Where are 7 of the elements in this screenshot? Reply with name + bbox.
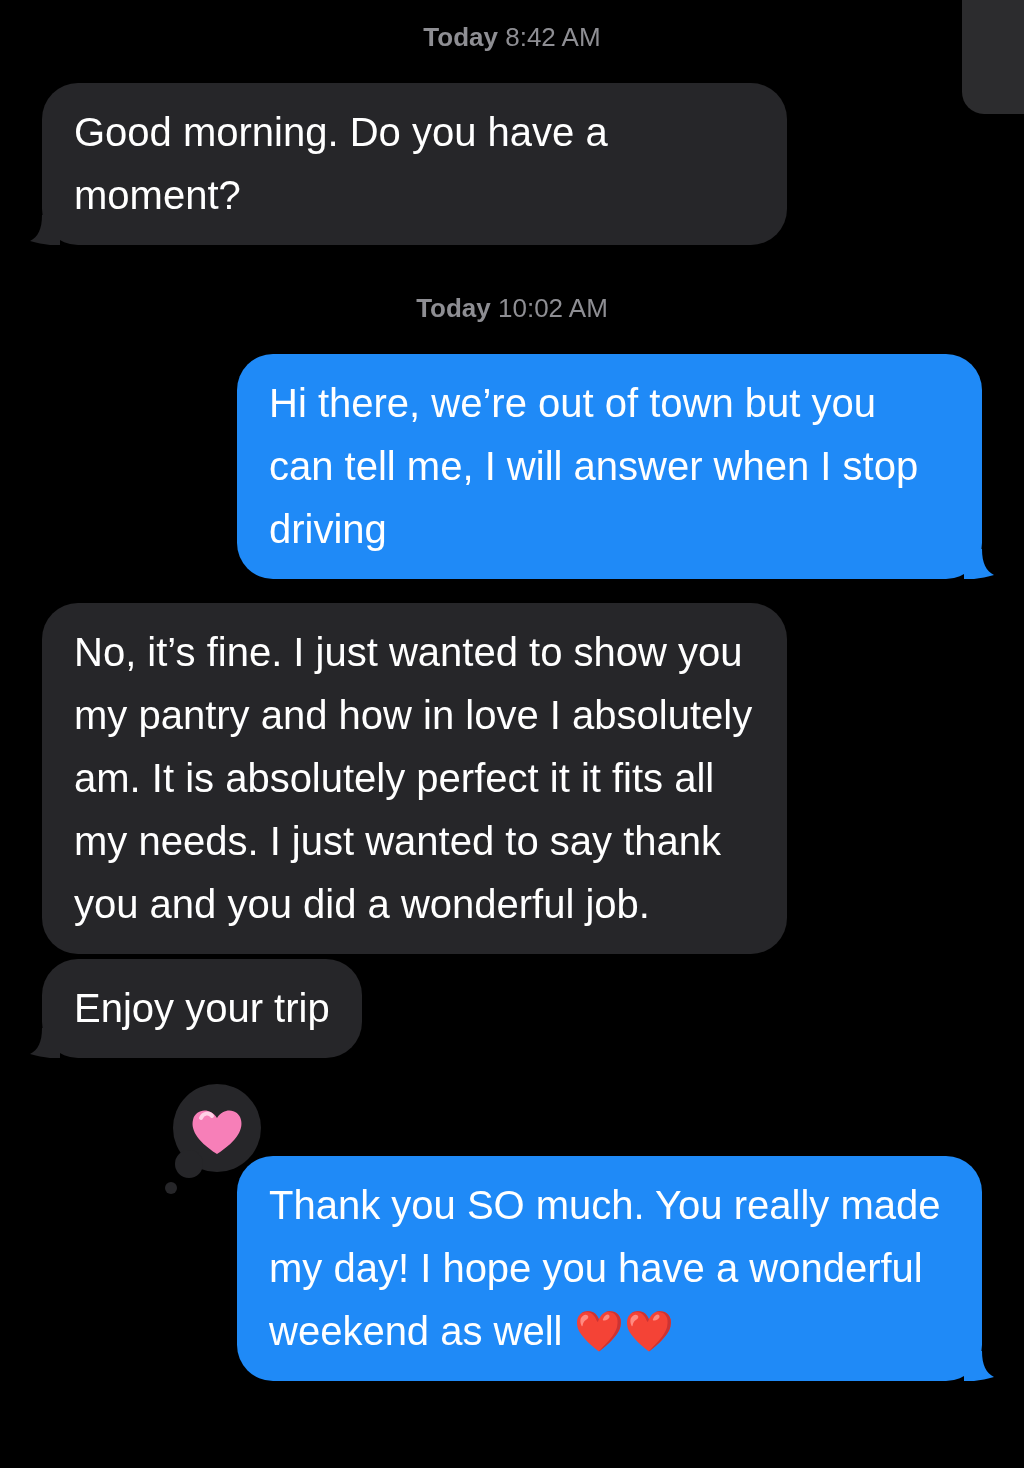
bubble-tail bbox=[964, 549, 994, 579]
bubble-tail bbox=[964, 1351, 994, 1381]
timestamp: Today 8:42 AM bbox=[422, 21, 602, 54]
timestamp: Today 10:02 AM bbox=[415, 292, 609, 325]
bubble-tail bbox=[30, 1028, 60, 1058]
incoming-message: No, it’s fine. I just wanted to show you my pantry and how in love I absolutely am. It is absolutely perfect it it fits all my needs. I just wanted to say thank you and you did a wonderful job. bbox=[42, 603, 787, 954]
bubble-tail bbox=[30, 215, 60, 245]
